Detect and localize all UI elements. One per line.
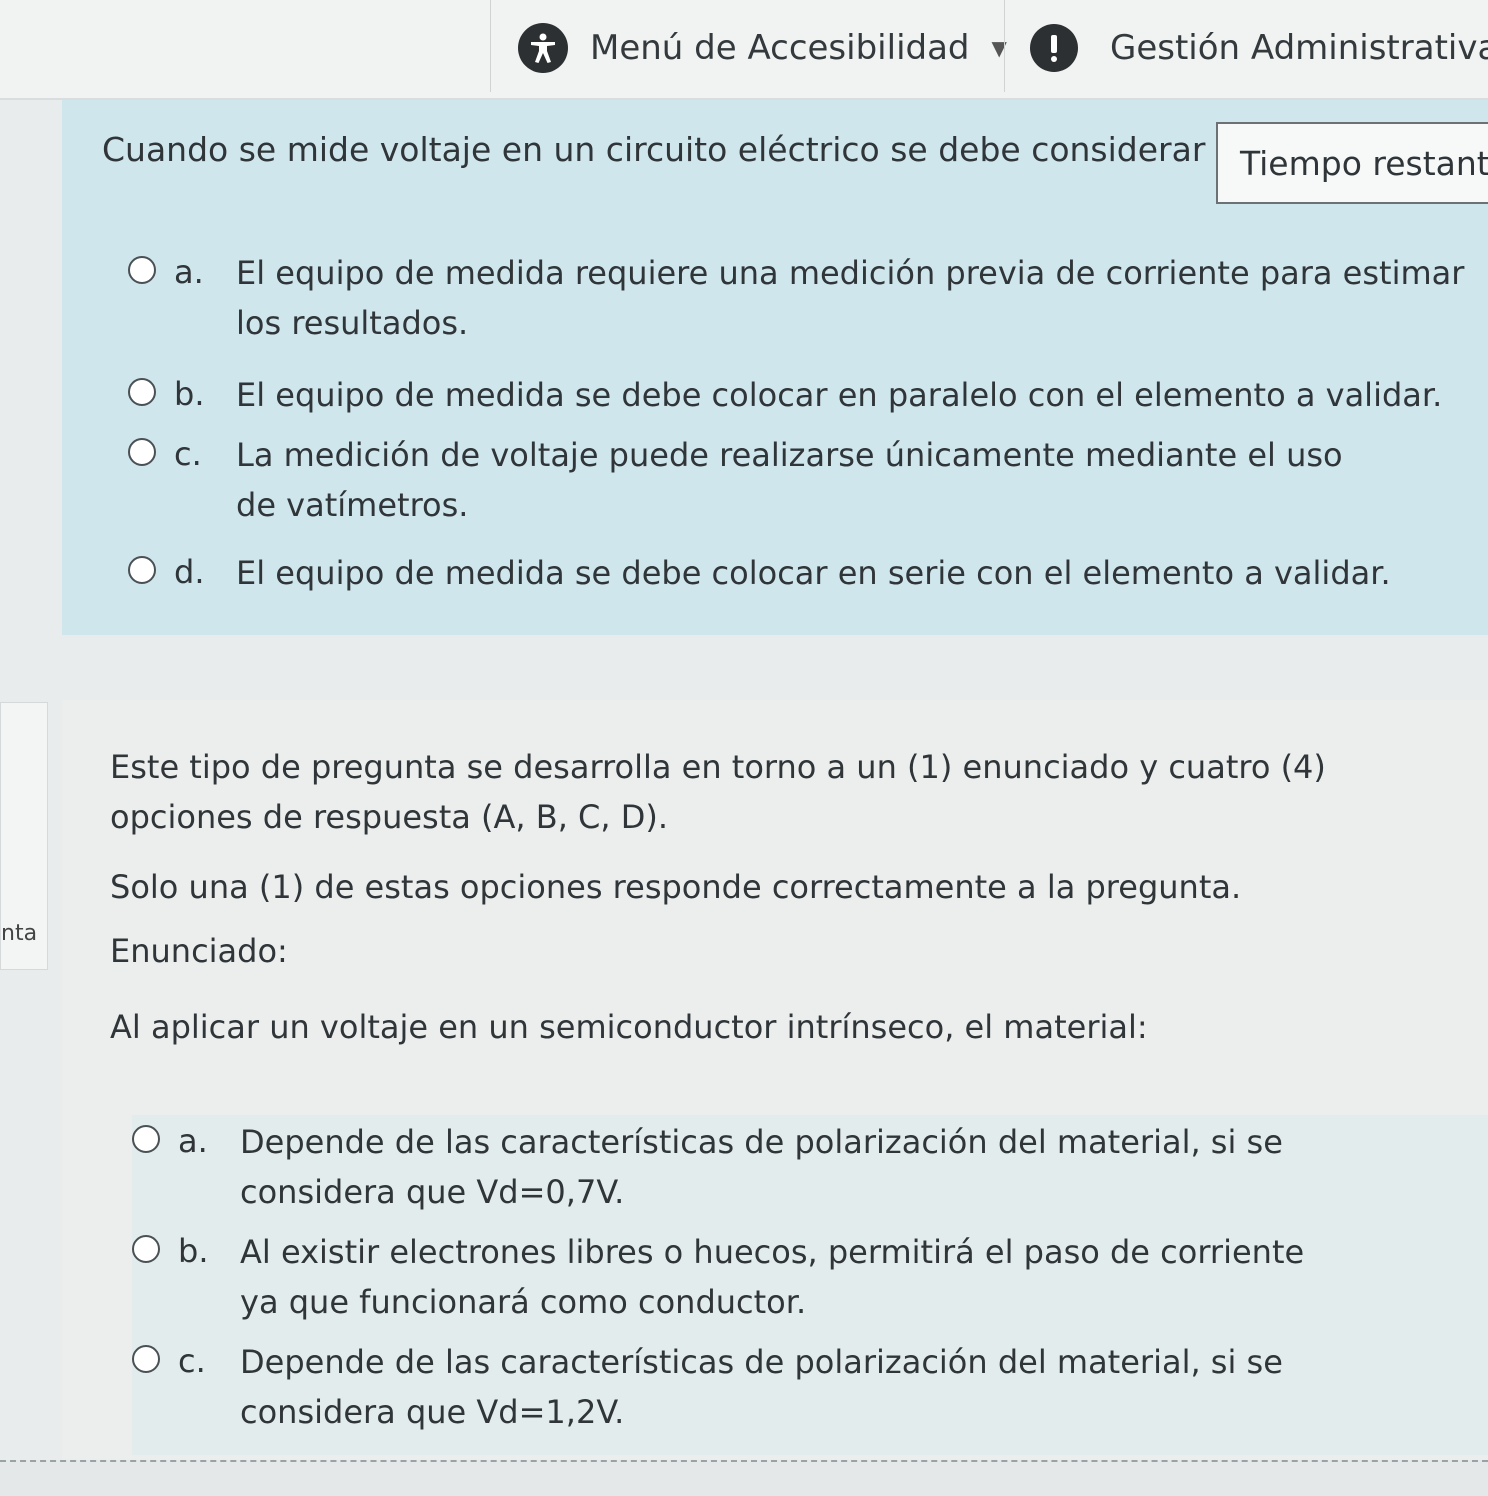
answer-option-a[interactable]: a. Depende de las características de pol…: [132, 1117, 1472, 1217]
question-instructions-note: Solo una (1) de estas opciones responde …: [110, 868, 1242, 906]
option-letter: a.: [178, 1122, 208, 1160]
time-remaining: Tiempo restante 0:3: [1216, 122, 1488, 204]
radio-button[interactable]: [128, 438, 156, 466]
option-text: El equipo de medida requiere una medició…: [236, 254, 1465, 342]
accessibility-menu-label: Menú de Accesibilidad: [590, 28, 970, 68]
accessibility-menu-button[interactable]: Menú de Accesibilidad ▼: [518, 18, 1007, 78]
answer-option-b[interactable]: b. El equipo de medida se debe colocar e…: [128, 370, 1488, 420]
radio-button[interactable]: [128, 556, 156, 584]
question-nav-label: nta: [1, 921, 38, 946]
option-letter: c.: [178, 1342, 206, 1380]
option-text: Depende de las características de polari…: [240, 1123, 1283, 1211]
radio-button[interactable]: [132, 1125, 160, 1153]
admin-management-button[interactable]: Gestión Administrativa: [1030, 18, 1488, 78]
statement-label: Enunciado:: [110, 932, 288, 970]
question-instructions: Este tipo de pregunta se desarrolla en t…: [110, 748, 1326, 836]
answer-option-d[interactable]: d. El equipo de medida se debe colocar e…: [128, 548, 1488, 598]
cut-off-option-row: [0, 1460, 1488, 1496]
option-text: El equipo de medida se debe colocar en s…: [236, 554, 1391, 592]
accessibility-icon: [518, 23, 568, 73]
radio-button[interactable]: [128, 378, 156, 406]
answer-option-b[interactable]: b. Al existir electrones libres o huecos…: [132, 1227, 1472, 1327]
question-prompt: Cuando se mide voltaje en un circuito el…: [102, 130, 1206, 169]
answer-option-c[interactable]: c. Depende de las características de pol…: [132, 1337, 1472, 1437]
question-nav-panel[interactable]: nta: [0, 702, 48, 970]
radio-button[interactable]: [132, 1345, 160, 1373]
option-text: Al existir electrones libres o huecos, p…: [240, 1233, 1305, 1321]
option-letter: b.: [178, 1232, 209, 1270]
admin-management-label: Gestión Administrativa: [1110, 28, 1488, 68]
answer-options: a. Depende de las características de pol…: [132, 1115, 1488, 1455]
question-card: Este tipo de pregunta se desarrolla en t…: [62, 700, 1488, 1494]
option-text: El equipo de medida se debe colocar en p…: [236, 376, 1443, 414]
nav-divider: [490, 0, 491, 92]
option-letter: d.: [174, 553, 205, 591]
option-text: Depende de las características de polari…: [240, 1343, 1283, 1431]
option-letter: a.: [174, 253, 204, 291]
alert-icon: [1030, 24, 1078, 72]
option-text: La medición de voltaje puede realizarse …: [236, 436, 1343, 524]
option-letter: b.: [174, 375, 205, 413]
answer-option-c[interactable]: c. La medición de voltaje puede realizar…: [128, 430, 1488, 530]
radio-button[interactable]: [128, 256, 156, 284]
top-navbar: Menú de Accesibilidad ▼ Gestión Administ…: [0, 0, 1488, 100]
question-card: Cuando se mide voltaje en un circuito el…: [62, 100, 1488, 635]
nav-divider: [1004, 0, 1005, 92]
question-statement: Al aplicar un voltaje en un semiconducto…: [110, 1008, 1148, 1046]
radio-button[interactable]: [132, 1235, 160, 1263]
option-letter: c.: [174, 435, 202, 473]
answer-option-a[interactable]: a. El equipo de medida requiere una medi…: [128, 248, 1488, 348]
